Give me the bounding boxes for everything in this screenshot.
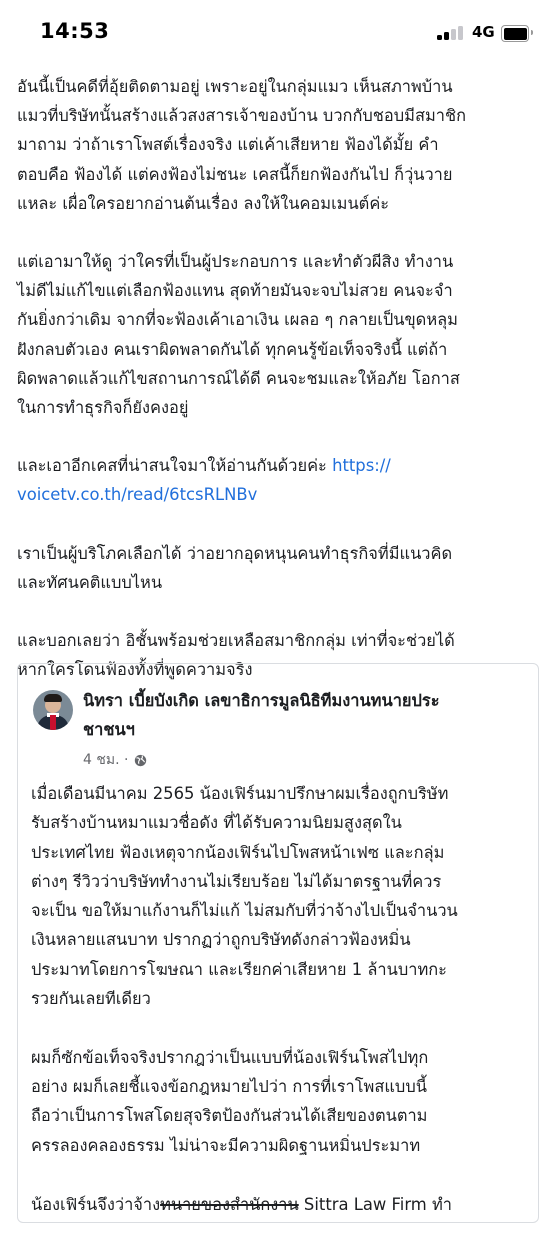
shared-post-paragraph: น้องเฟิร์นจึงว่าจ้างทนายของสำนักงาน Sitt… (31, 1194, 452, 1214)
battery-icon (501, 25, 533, 42)
shared-post-body: เมื่อเดือนมีนาคม 2565 น้องเฟิร์นมาปรึกษา… (31, 779, 529, 1248)
status-bar: 14:53 4G (0, 0, 554, 66)
shared-post-paragraph: เมื่อเดือนมีนาคม 2565 น้องเฟิร์นมาปรึกษา… (31, 784, 458, 1009)
globe-icon (135, 754, 147, 766)
post-body: อันนี้เป็นคดีที่อุ้ยติดตามอยู่ เพราะอยู่… (17, 72, 541, 713)
shared-post-card[interactable]: นิทรา เบี้ยบังเกิด เลขาธิการมูลนิธิทีมงา… (17, 663, 539, 1223)
post-paragraph: แต่เอามาให้ดู ว่าใครที่เป็นผู้ประกอบการ … (17, 252, 460, 418)
shared-post-time[interactable]: 4 ชม. · (83, 749, 128, 771)
cellular-signal-icon (437, 26, 467, 40)
post-paragraph: เราเป็นผู้บริโภคเลือกได้ ว่าอยากอุดหนุนค… (17, 543, 453, 592)
author-avatar[interactable] (33, 690, 73, 730)
battery-fill (503, 27, 527, 40)
shared-post-author[interactable]: นิทรา เบี้ยบังเกิด เลขาธิการมูลนิธิทีมงา… (83, 686, 523, 744)
shared-post-paragraph: ผมก็ซักข้อเท็จจริงปรากฎว่าเป็นแบบที่น้อง… (31, 1047, 429, 1155)
shared-post-meta: 4 ชม. · (83, 749, 147, 771)
network-type: 4G (472, 23, 495, 41)
struck-text: ทนายของสำนักงาน (160, 1194, 299, 1214)
post-paragraph-with-link: และเอาอีกเคสที่น่าสนใจมาให้อ่านกันด้วยค่… (17, 451, 541, 509)
status-time: 14:53 (40, 19, 110, 43)
post-paragraph: อันนี้เป็นคดีที่อุ้ยติดตามอยู่ เพราะอยู่… (17, 77, 467, 213)
post-paragraph-text: และเอาอีกเคสที่น่าสนใจมาให้อ่านกันด้วยค่… (17, 456, 333, 476)
